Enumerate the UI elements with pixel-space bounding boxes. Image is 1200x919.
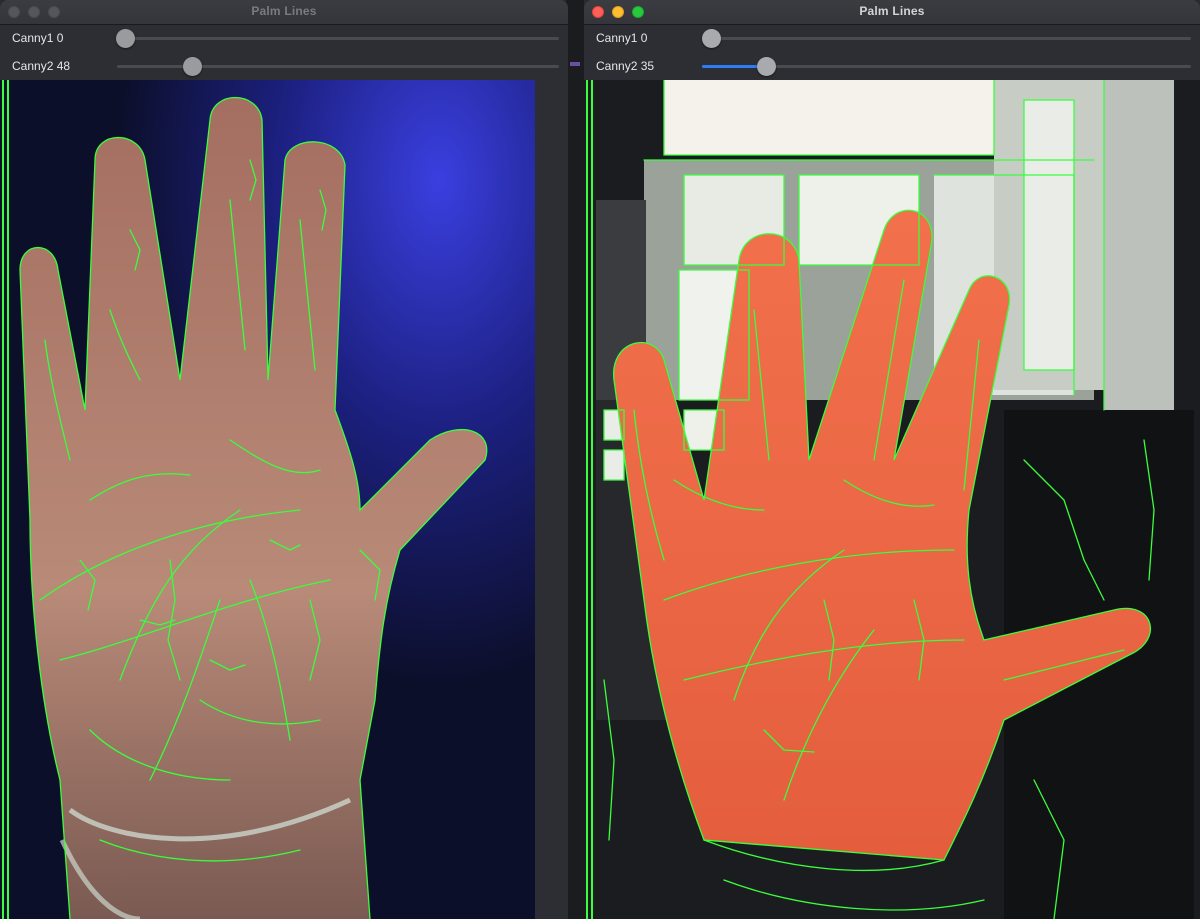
canny1-slider-track[interactable] — [702, 29, 1191, 48]
palm-edge-image — [0, 80, 568, 919]
palm-lines-window-left[interactable]: Palm Lines Canny1 0 Canny2 48 — [0, 0, 568, 919]
trackbar-panel: Canny1 0 Canny2 35 — [584, 25, 1200, 81]
edge-image-view[interactable] — [0, 80, 568, 919]
canny2-slider-track[interactable] — [117, 57, 559, 76]
desktop-background — [566, 0, 584, 919]
canny1-label: Canny1 0 — [12, 31, 64, 45]
edge-image-view[interactable] — [584, 80, 1200, 919]
canny2-slider-thumb[interactable] — [183, 57, 202, 76]
canny1-label: Canny1 0 — [596, 31, 648, 45]
canny1-slider-thumb[interactable] — [116, 29, 135, 48]
window-titlebar[interactable]: Palm Lines — [0, 0, 568, 25]
canny2-slider-thumb[interactable] — [757, 57, 776, 76]
canny2-slider-fill — [117, 65, 192, 68]
canny2-trackbar: Canny2 48 — [0, 53, 568, 81]
canny2-label: Canny2 35 — [596, 59, 655, 73]
canny1-trackbar: Canny1 0 — [0, 25, 568, 53]
palm-lines-window-right[interactable]: Palm Lines Canny1 0 Canny2 35 — [584, 0, 1200, 919]
window-titlebar[interactable]: Palm Lines — [584, 0, 1200, 25]
canny2-trackbar: Canny2 35 — [584, 53, 1200, 81]
canny2-slider-track[interactable] — [702, 57, 1191, 76]
window-title: Palm Lines — [859, 4, 925, 18]
window-title: Palm Lines — [251, 4, 317, 18]
canny1-slider-thumb[interactable] — [702, 29, 721, 48]
background-window-edge — [570, 62, 580, 66]
trackbar-panel: Canny1 0 Canny2 48 — [0, 25, 568, 81]
canny1-trackbar: Canny1 0 — [584, 25, 1200, 53]
canny1-slider-track[interactable] — [116, 29, 559, 48]
palm-edge-image — [584, 80, 1200, 919]
canny2-label: Canny2 48 — [12, 59, 71, 73]
